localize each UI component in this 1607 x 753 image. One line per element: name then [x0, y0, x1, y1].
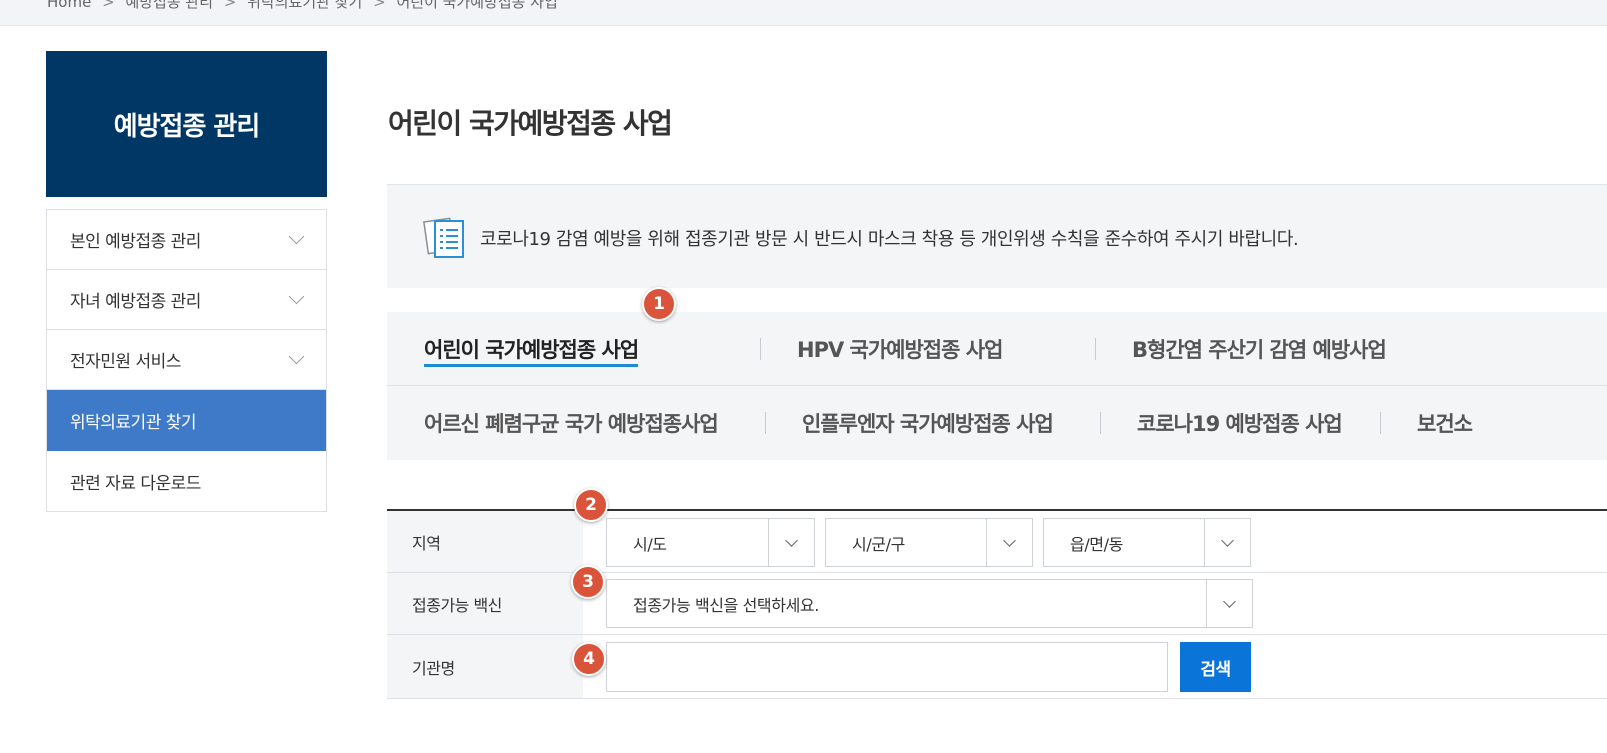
tab-health-center[interactable]: 보건소 — [1417, 408, 1473, 438]
tab-row: 어르신 폐렴구균 국가 예방접종사업 인플루엔자 국가예방접종 사업 코로나19… — [387, 386, 1607, 460]
tab-divider — [765, 412, 766, 434]
breadcrumb-separator: > — [102, 0, 115, 11]
clinic-name-row: 기관명 검색 — [387, 635, 1607, 699]
step-badge-2: 2 — [574, 488, 608, 522]
dropdown-button[interactable] — [986, 519, 1032, 566]
vaccine-select[interactable]: 접종가능 백신을 선택하세요. — [606, 579, 1253, 628]
sidebar-menu: 본인 예방접종 관리 자녀 예방접종 관리 전자민원 서비스 위탁의료기관 찾기… — [46, 209, 327, 512]
chevron-down-icon — [1223, 594, 1236, 608]
region-row: 지역 시/도 시/군/구 읍/면/동 — [387, 511, 1607, 573]
tab-divider — [1380, 412, 1381, 434]
program-tabs: 어린이 국가예방접종 사업 HPV 국가예방접종 사업 B형간염 주산기 감염 … — [387, 312, 1607, 460]
sidebar-item-downloads[interactable]: 관련 자료 다운로드 — [47, 451, 326, 511]
sigungu-select-value: 시/군/구 — [852, 534, 905, 554]
sidebar-item-label: 본인 예방접종 관리 — [70, 232, 201, 252]
dropdown-button[interactable] — [1204, 519, 1250, 566]
chevron-down-icon — [288, 348, 305, 365]
breadcrumb-item[interactable]: 위탁의료기관 찾기 — [247, 0, 362, 11]
notice-box: 코로나19 감염 예방을 위해 접종기관 방문 시 반드시 마스크 착용 등 개… — [387, 184, 1607, 288]
sidebar-item-label: 위탁의료기관 찾기 — [70, 412, 197, 433]
page-title: 어린이 국가예방접종 사업 — [388, 107, 673, 140]
tab-divider — [1100, 412, 1101, 434]
tab-divider — [1095, 337, 1096, 360]
sido-select[interactable]: 시/도 — [606, 518, 815, 567]
chevron-down-icon — [288, 228, 305, 245]
document-list-icon — [423, 217, 464, 258]
vaccine-row: 접종가능 백신 접종가능 백신을 선택하세요. — [387, 573, 1607, 635]
sidebar-item-child-vaccination[interactable]: 자녀 예방접종 관리 — [47, 270, 326, 330]
step-badge-4: 4 — [572, 642, 606, 676]
eupmyeondong-select-value: 읍/면/동 — [1070, 534, 1123, 554]
sidebar-item-label: 자녀 예방접종 관리 — [70, 292, 201, 312]
vaccine-select-value: 접종가능 백신을 선택하세요. — [633, 595, 819, 615]
sido-select-value: 시/도 — [633, 534, 667, 554]
sidebar-item-e-civil-service[interactable]: 전자민원 서비스 — [47, 330, 326, 390]
tab-child-vaccination[interactable]: 어린이 국가예방접종 사업 — [424, 334, 639, 367]
chevron-down-icon — [1221, 533, 1234, 547]
sigungu-select[interactable]: 시/군/구 — [825, 518, 1033, 567]
breadcrumb-home[interactable]: Home — [47, 0, 91, 11]
tab-hepatitis-b[interactable]: B형간염 주산기 감염 예방사업 — [1132, 334, 1387, 364]
sidebar-title: 예방접종 관리 — [46, 51, 327, 197]
dropdown-button[interactable] — [1206, 580, 1252, 627]
chevron-down-icon — [288, 288, 305, 305]
clinic-search-form: 지역 시/도 시/군/구 읍/면/동 접종가능 백신 접종가능 백신을 선택하세… — [387, 509, 1607, 699]
breadcrumb: Home > 예방접종 관리 > 위탁의료기관 찾기 > 어린이 국가예방접종 … — [47, 0, 564, 12]
dropdown-button[interactable] — [768, 519, 814, 566]
tab-hpv-vaccination[interactable]: HPV 국가예방접종 사업 — [797, 334, 1003, 364]
sidebar-item-label: 전자민원 서비스 — [70, 352, 181, 372]
notice-text: 코로나19 감염 예방을 위해 접종기관 방문 시 반드시 마스크 착용 등 개… — [480, 229, 1299, 250]
step-badge-3: 3 — [571, 565, 605, 599]
vaccine-label: 접종가능 백신 — [387, 573, 583, 634]
breadcrumb-current: 어린이 국가예방접종 사업 — [396, 0, 558, 11]
clinic-name-input[interactable] — [606, 642, 1168, 692]
eupmyeondong-select[interactable]: 읍/면/동 — [1043, 518, 1251, 567]
chevron-down-icon — [785, 533, 798, 547]
tab-covid19[interactable]: 코로나19 예방접종 사업 — [1137, 408, 1343, 438]
clinic-name-label: 기관명 — [387, 635, 583, 698]
region-label: 지역 — [387, 511, 583, 572]
step-badge-1: 1 — [642, 287, 676, 321]
tab-row: 어린이 국가예방접종 사업 HPV 국가예방접종 사업 B형간염 주산기 감염 … — [387, 312, 1607, 386]
tab-divider — [760, 337, 761, 360]
chevron-down-icon — [1003, 533, 1016, 547]
tab-influenza[interactable]: 인플루엔자 국가예방접종 사업 — [802, 408, 1054, 438]
sidebar-item-find-clinic[interactable]: 위탁의료기관 찾기 — [47, 390, 326, 451]
breadcrumb-bar: Home > 예방접종 관리 > 위탁의료기관 찾기 > 어린이 국가예방접종 … — [0, 0, 1607, 26]
search-button[interactable]: 검색 — [1180, 642, 1251, 692]
breadcrumb-item[interactable]: 예방접종 관리 — [125, 0, 213, 11]
tab-senior-pneumococcal[interactable]: 어르신 폐렴구균 국가 예방접종사업 — [424, 408, 719, 438]
sidebar-item-my-vaccination[interactable]: 본인 예방접종 관리 — [47, 210, 326, 270]
breadcrumb-separator: > — [373, 0, 386, 11]
sidebar-item-label: 관련 자료 다운로드 — [70, 473, 201, 494]
breadcrumb-separator: > — [223, 0, 237, 11]
